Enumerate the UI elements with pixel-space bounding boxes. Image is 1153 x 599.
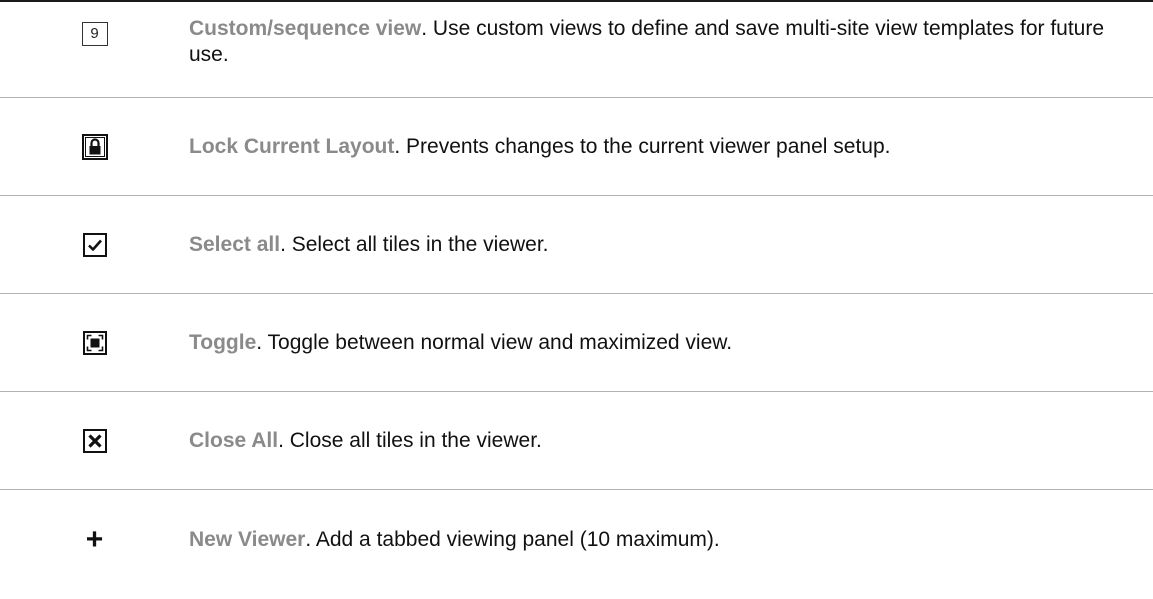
row-description: Select all. Select all tiles in the view… [189,232,1153,258]
checkbox-icon [82,232,107,257]
row-description: Toggle. Toggle between normal view and m… [189,330,1153,356]
row-term: Select all [189,232,281,256]
icon-cell [0,428,189,453]
row-text: . Toggle between normal view and maximiz… [256,330,733,354]
close-icon [82,428,107,453]
table-row: + New Viewer. Add a tabbed viewing panel… [0,490,1153,590]
row-term: New Viewer [189,528,306,551]
row-text: . Add a tabbed viewing panel (10 maximum… [305,528,720,551]
icon-cell [0,232,189,257]
row-text: . Select all tiles in the viewer. [280,232,549,256]
table-row: Toggle. Toggle between normal view and m… [0,294,1153,392]
row-term: Toggle [189,330,257,354]
table-row: Lock Current Layout. Prevents changes to… [0,98,1153,196]
row-term: Lock Current Layout [189,134,395,158]
row-description: Lock Current Layout. Prevents changes to… [189,134,1153,160]
row-description: Close All. Close all tiles in the viewer… [189,428,1153,454]
icon-cell [0,133,189,160]
table-row: Select all. Select all tiles in the view… [0,196,1153,294]
lock-icon [81,133,108,160]
icon-cell: 9 [0,16,189,46]
number-nine-icon: 9 [81,22,108,46]
row-term: Custom/sequence view [189,17,422,40]
icon-description-table: 9 Custom/sequence view. Use custom views… [0,0,1153,590]
icon-cell: + [0,525,189,555]
table-row: Close All. Close all tiles in the viewer… [0,392,1153,490]
row-term: Close All [189,428,279,452]
row-text: . Prevents changes to the current viewer… [394,134,891,158]
row-description: Custom/sequence view. Use custom views t… [189,16,1153,68]
maximize-icon [82,330,107,355]
row-text: . Close all tiles in the viewer. [278,428,542,452]
icon-cell [0,330,189,355]
table-row: 9 Custom/sequence view. Use custom views… [0,2,1153,98]
plus-icon: + [85,523,104,556]
row-description: New Viewer. Add a tabbed viewing panel (… [189,527,1153,553]
